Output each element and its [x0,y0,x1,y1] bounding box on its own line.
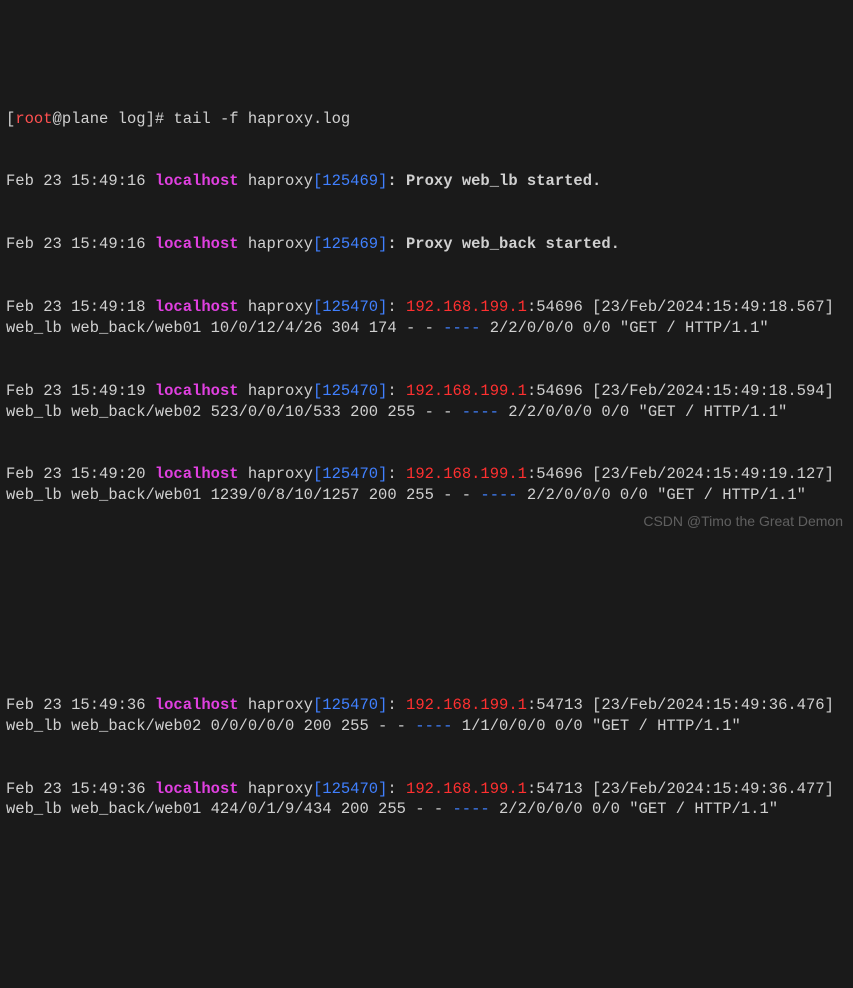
pid: 125470 [322,780,378,798]
command-text: tail -f haproxy.log [174,110,351,128]
log-line: Feb 23 15:49:16 localhost haproxy[125469… [6,234,847,255]
log-line: Feb 23 15:49:36 localhost haproxy[125470… [6,779,847,821]
prompt-host: plane [62,110,109,128]
dashes: ---- [443,319,480,337]
pid: 125470 [322,696,378,714]
hostname: localhost [155,172,239,190]
log-line: Feb 23 15:49:18 localhost haproxy[125470… [6,297,847,339]
dashes: ---- [480,486,517,504]
bracket-close: ] [146,110,155,128]
bracket-open: [ [6,110,15,128]
log-line: Feb 23 15:49:16 localhost haproxy[125469… [6,171,847,192]
client-ip: 192.168.199.1 [406,465,527,483]
log-line: Feb 23 15:49:36 localhost haproxy[125470… [6,695,847,737]
log-line: Feb 23 15:49:20 localhost haproxy[125470… [6,464,847,506]
terminal-output: [root@plane log]# tail -f haproxy.log Fe… [6,88,847,842]
client-ip: 192.168.199.1 [406,382,527,400]
hostname: localhost [155,298,239,316]
client-ip: 192.168.199.1 [406,696,527,714]
pid: 125470 [322,465,378,483]
blank-gap [6,548,847,653]
hostname: localhost [155,465,239,483]
prompt-hash: # [155,110,174,128]
prompt-at: @ [53,110,62,128]
pid: 125470 [322,382,378,400]
client-ip: 192.168.199.1 [406,298,527,316]
pid: 125470 [322,298,378,316]
hostname: localhost [155,382,239,400]
client-ip: 192.168.199.1 [406,780,527,798]
dashes: ---- [415,717,452,735]
shell-prompt-line: [root@plane log]# tail -f haproxy.log [6,109,847,130]
dashes: ---- [462,403,499,421]
watermark-text: CSDN @Timo the Great Demon [643,512,843,531]
dashes: ---- [452,800,489,818]
pid: 125469 [322,235,378,253]
hostname: localhost [155,696,239,714]
pid: 125469 [322,172,378,190]
prompt-user: root [15,110,52,128]
log-line: Feb 23 15:49:19 localhost haproxy[125470… [6,381,847,423]
hostname: localhost [155,235,239,253]
prompt-path: log [108,110,145,128]
hostname: localhost [155,780,239,798]
